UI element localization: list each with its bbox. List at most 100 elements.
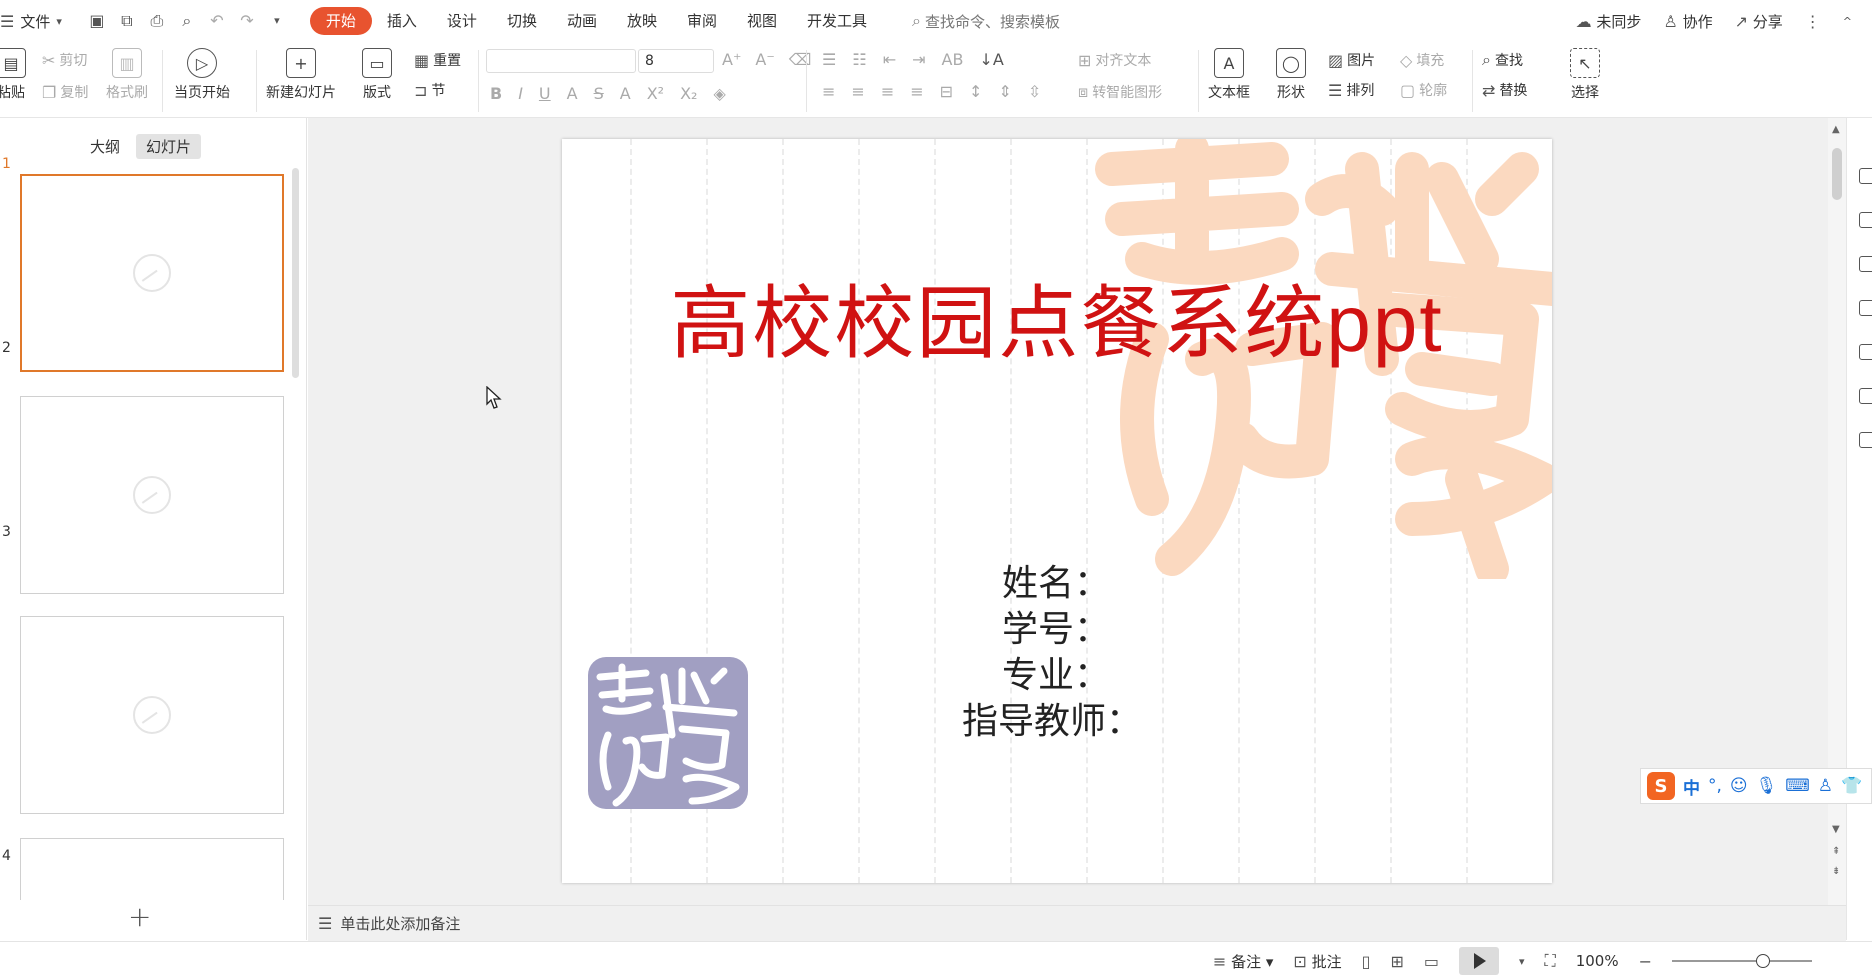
slide-thumbnail-2[interactable] [20,396,284,594]
para-spacing-icon[interactable]: ⇕ [998,82,1011,101]
slide-sorter-icon[interactable]: ⊞ [1390,952,1403,971]
play-slideshow-button[interactable] [1458,947,1499,975]
file-menu[interactable]: ☰ 文件 ▾ [0,11,62,32]
find-button[interactable]: ⌕ 查找 [1482,50,1523,70]
comments-button[interactable]: ⊡ 批注 [1293,951,1341,972]
textbox-button[interactable]: A 文本框 [1208,48,1250,102]
bold-icon[interactable]: B [490,84,502,103]
tab-view[interactable]: 视图 [732,7,792,35]
align-center-icon[interactable]: ≡ [851,82,864,101]
numbering-icon[interactable]: ☷ [852,50,866,69]
new-slide-button[interactable]: + 新建幻灯片 [266,48,336,102]
prev-slide-icon[interactable]: ⇞ [1832,846,1840,857]
font-family-select[interactable] [486,49,636,73]
layer-pane-icon[interactable] [1859,388,1872,404]
increase-indent-icon[interactable]: ⇥ [912,50,925,69]
format-painter-button[interactable]: ▥ 格式刷 [106,48,148,102]
shape-button[interactable]: ◯ 形状 [1276,48,1306,102]
microphone-icon[interactable]: 🎙 [1756,776,1778,796]
select-button[interactable]: ↖ 选择 [1570,48,1600,102]
zoom-out-icon[interactable]: − [1639,952,1652,971]
slide-thumbnail-1[interactable] [20,174,284,372]
save-icon[interactable]: ▣ [88,12,106,30]
zoom-slider[interactable] [1672,954,1812,968]
decrease-indent-icon[interactable]: ⇤ [883,50,896,69]
fit-window-icon[interactable]: ⛶ [1545,951,1556,971]
tab-insert[interactable]: 插入 [372,7,432,35]
layout-button[interactable]: ▭ 版式 [362,48,392,102]
picture-button[interactable]: ▨ 图片 [1328,50,1375,70]
play-options-icon[interactable]: ▾ [1519,955,1525,968]
justify-icon[interactable]: ≡ [910,82,923,101]
command-search[interactable]: ⌕ 查找命令、搜索模板 [912,11,1060,32]
slide-title[interactable]: 高校校园点餐系统ppt [562,259,1552,375]
align-text-button[interactable]: ⊞ 对齐文本 [1078,50,1151,70]
skin-icon[interactable]: 👕 [1841,776,1862,796]
strikethrough-icon[interactable]: S [594,84,604,103]
align-right-icon[interactable]: ≡ [881,82,894,101]
highlight-icon[interactable]: ◈ [713,84,725,103]
notes-bar[interactable]: ☰ 单击此处添加备注 [308,905,1846,941]
emoji-icon[interactable]: ☺ [1730,776,1748,796]
arrange-button[interactable]: ☰ 排列 [1328,80,1374,100]
subscript-icon[interactable]: X₂ [680,84,697,103]
distribute-icon[interactable]: ⊟ [940,82,953,101]
format-pane-icon[interactable] [1859,256,1872,272]
more-icon[interactable]: ⋮ [1805,12,1821,31]
align-left-icon[interactable]: ≡ [822,82,835,101]
bullets-icon[interactable]: ☰ [822,50,836,69]
design-pane-icon[interactable] [1859,300,1872,316]
customize-toolbar-icon[interactable]: ▾ [268,12,286,30]
outline-button[interactable]: ▢ 轮廓 [1400,80,1447,100]
tab-design[interactable]: 设计 [432,7,492,35]
slide-1[interactable]: 高校校园点餐系统ppt 姓名： 学号： 专业： 指导教师： [562,139,1552,883]
user-icon[interactable]: ♙ [1818,776,1833,796]
tab-developer[interactable]: 开发工具 [792,7,882,35]
property-pane-icon[interactable] [1859,212,1872,228]
superscript-icon[interactable]: X² [647,84,664,103]
increase-font-icon[interactable]: A⁺ [722,50,741,69]
template-pane-icon[interactable] [1859,344,1872,360]
reading-view-icon[interactable]: ▭ [1424,952,1439,971]
sort-icon[interactable]: ↓A [979,50,1003,69]
add-slide-button[interactable]: + [128,900,151,933]
collab-button[interactable]: ♙ 协作 [1663,11,1712,32]
section-button[interactable]: ⊐ 节 [414,80,445,100]
export-pdf-icon[interactable]: ⧉ [118,12,136,30]
sync-status[interactable]: ☁ 未同步 [1576,11,1642,32]
share-button[interactable]: ↗ 分享 [1735,11,1783,32]
play-from-current-button[interactable]: ▷ 当页开始 [174,48,230,102]
tab-outline[interactable]: 大纲 [80,134,130,159]
panel-scrollbar[interactable] [292,168,299,378]
fill-button[interactable]: ◇ 填充 [1400,50,1444,70]
zoom-slider-thumb[interactable] [1756,954,1770,968]
slide-thumbnail-3[interactable] [20,616,284,814]
collapse-ribbon-icon[interactable]: ^ [1843,15,1852,28]
keyboard-icon[interactable]: ⌨ [1785,776,1810,796]
underline-icon[interactable]: U [539,84,551,103]
text-direction-icon[interactable]: AB [942,50,964,69]
paste-button[interactable]: ▤ 粘贴 [0,48,26,102]
italic-icon[interactable]: I [518,84,523,103]
notes-toggle-button[interactable]: ≡ 备注 ▾ [1213,951,1274,972]
slide-thumbnail-4[interactable] [20,838,284,900]
replace-button[interactable]: ⇄ 替换 [1482,80,1527,100]
sogou-logo-icon[interactable]: S [1647,772,1675,800]
decrease-font-icon[interactable]: A⁻ [755,50,774,69]
print-icon[interactable]: ⎙ [148,12,166,30]
clear-format-icon[interactable]: ⌫ [789,50,812,69]
scroll-up-icon[interactable]: ▲ [1832,124,1840,135]
smart-art-button[interactable]: ⧈ 转智能图形 [1078,82,1162,102]
student-info-textbox[interactable]: 姓名： 学号： 专业： 指导教师： [962,561,1142,745]
tab-review[interactable]: 审阅 [672,7,732,35]
ime-mode[interactable]: 中 [1683,774,1700,799]
redo-icon[interactable]: ↷ [238,12,256,30]
cut-button[interactable]: ✂ 剪切 [42,50,87,70]
reset-button[interactable]: ▦ 重置 [414,50,461,70]
tab-slides[interactable]: 幻灯片 [136,134,202,159]
normal-view-icon[interactable]: ▯ [1362,952,1371,971]
font-size-select[interactable]: 8 [638,49,714,73]
tab-slideshow[interactable]: 放映 [612,7,672,35]
tab-home[interactable]: 开始 [309,7,372,35]
document-pane-icon[interactable] [1859,432,1872,448]
